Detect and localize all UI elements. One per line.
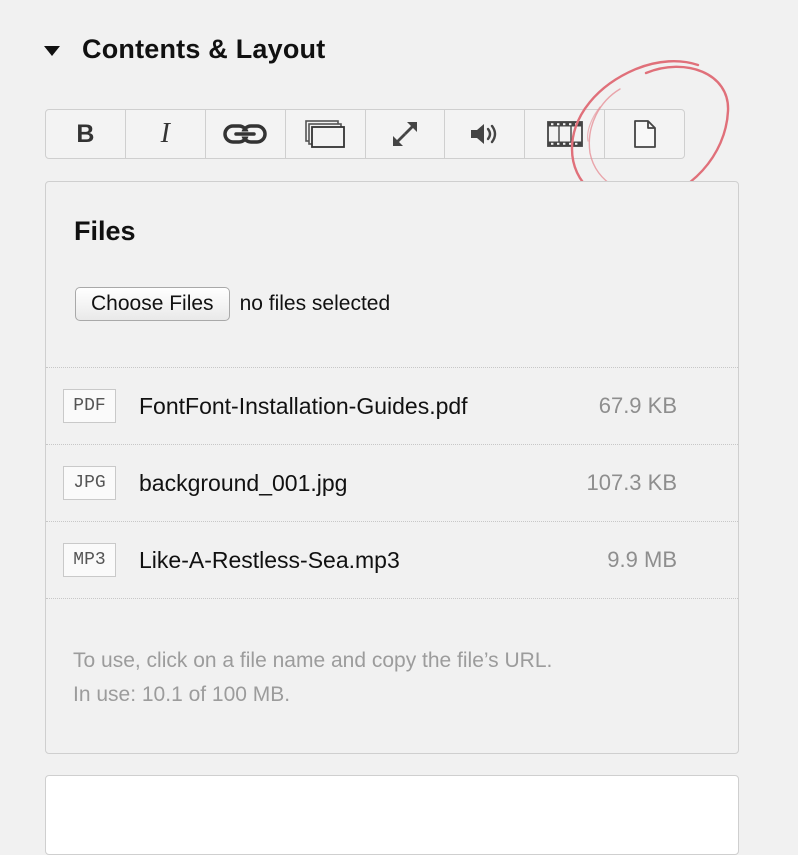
file-type-badge: MP3 [63,543,116,577]
bold-icon: B [76,119,95,148]
italic-icon: I [160,118,170,149]
file-size: 67.9 KB [598,393,677,418]
file-type-badge: PDF [63,389,116,423]
files-title: Files [74,216,136,246]
contents-layout-toggle[interactable]: Contents & Layout [44,34,325,65]
file-button[interactable] [605,110,684,158]
fullscreen-button[interactable] [366,110,446,158]
gallery-button[interactable] [286,110,366,158]
file-name-link[interactable]: Like-A-Restless-Sea.mp3 [139,547,400,574]
files-panel: Files Choose Files no files selected PDF… [45,181,739,754]
help-text-usage: To use, click on a file name and copy th… [73,649,553,672]
file-list: PDF FontFont-Installation-Guides.pdf 67.… [46,367,738,599]
link-button[interactable] [206,110,286,158]
expand-arrows-icon [392,122,417,146]
speaker-icon [470,124,497,144]
stacked-images-icon [305,120,345,148]
triangle-down-icon [44,45,60,56]
bold-button[interactable]: B [46,110,126,158]
italic-button[interactable]: I [126,110,206,158]
link-icon [223,124,267,144]
video-button[interactable] [525,110,606,158]
file-name-link[interactable]: background_001.jpg [139,470,347,497]
file-row: JPG background_001.jpg 107.3 KB [46,445,738,522]
audio-button[interactable] [445,110,526,158]
file-row: PDF FontFont-Installation-Guides.pdf 67.… [46,368,738,445]
next-panel [45,775,739,855]
file-row: MP3 Like-A-Restless-Sea.mp3 9.9 MB [46,522,738,599]
file-upload-control: Choose Files no files selected [75,287,390,321]
file-name-link[interactable]: FontFont-Installation-Guides.pdf [139,393,468,420]
file-size: 9.9 MB [607,547,677,572]
file-size: 107.3 KB [586,470,677,495]
choose-files-button[interactable]: Choose Files [75,287,230,321]
film-strip-icon [546,121,583,147]
files-help-text: To use, click on a file name and copy th… [73,644,552,712]
editor-toolbar: B I [45,109,685,159]
storage-usage-text: In use: 10.1 of 100 MB. [73,683,291,706]
document-icon [633,120,656,148]
no-files-selected-text: no files selected [239,292,391,315]
section-title: Contents & Layout [82,34,326,64]
file-type-badge: JPG [63,466,116,500]
